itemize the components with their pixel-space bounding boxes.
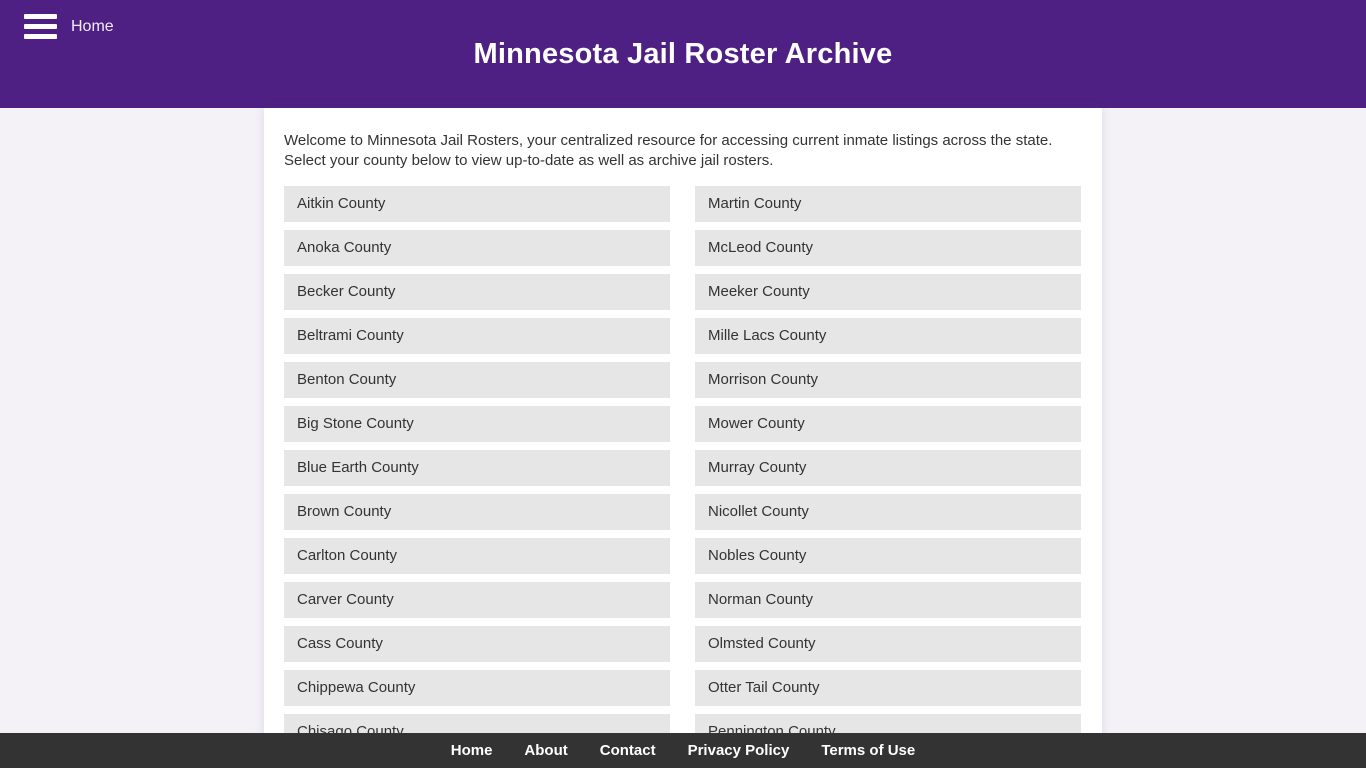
footer-link-privacy-policy[interactable]: Privacy Policy — [688, 742, 790, 759]
page-title: Minnesota Jail Roster Archive — [473, 38, 893, 70]
county-list-item[interactable]: Chippewa County — [284, 670, 670, 706]
county-columns: Aitkin County Anoka County Becker County Be… — [284, 186, 1082, 750]
county-list-item[interactable]: Carlton County — [284, 538, 670, 574]
intro-text: Welcome to Minnesota Jail Rosters, your … — [284, 132, 1053, 169]
county-list-item[interactable]: Cass County — [284, 626, 670, 662]
county-list-item[interactable]: Nicollet County — [695, 494, 1081, 530]
county-list-item[interactable]: Becker County — [284, 274, 670, 310]
county-list-item[interactable]: Otter Tail County — [695, 670, 1081, 706]
county-list-item[interactable]: McLeod County — [695, 230, 1081, 266]
county-list-item[interactable]: Morrison County — [695, 362, 1081, 398]
hamburger-menu-icon[interactable] — [24, 14, 57, 39]
county-list-item[interactable]: Olmsted County — [695, 626, 1081, 662]
footer-link-about[interactable]: About — [524, 742, 567, 759]
content-card: Welcome to Minnesota Jail Rosters, your … — [264, 108, 1102, 768]
county-list-item[interactable]: Norman County — [695, 582, 1081, 618]
footer-link-contact[interactable]: Contact — [600, 742, 656, 759]
county-list-item[interactable]: Meeker County — [695, 274, 1081, 310]
county-list-item[interactable]: Murray County — [695, 450, 1081, 486]
county-list-item[interactable]: Brown County — [284, 494, 670, 530]
county-list-item[interactable]: Mille Lacs County — [695, 318, 1081, 354]
hamburger-bar-2 — [24, 24, 57, 29]
county-list-item[interactable]: Nobles County — [695, 538, 1081, 574]
nav-home-button[interactable]: Home — [24, 14, 114, 39]
county-list-item[interactable]: Beltrami County — [284, 318, 670, 354]
county-column-right: Martin County McLeod County Meeker County M… — [695, 186, 1081, 750]
county-list-item[interactable]: Mower County — [695, 406, 1081, 442]
footer-link-terms-of-use[interactable]: Terms of Use — [821, 742, 915, 759]
county-list-item[interactable]: Big Stone County — [284, 406, 670, 442]
county-list-item[interactable]: Carver County — [284, 582, 670, 618]
site-header: Home Minnesota Jail Roster Archive — [0, 0, 1366, 108]
county-list-item[interactable]: Benton County — [284, 362, 670, 398]
hamburger-bar-1 — [24, 14, 57, 19]
county-list-item[interactable]: Martin County — [695, 186, 1081, 222]
nav-home-label: Home — [71, 17, 114, 35]
county-column-left: Aitkin County Anoka County Becker County Be… — [284, 186, 670, 750]
county-list-item[interactable]: Blue Earth County — [284, 450, 670, 486]
footer-link-home[interactable]: Home — [451, 742, 493, 759]
county-list-item[interactable]: Anoka County — [284, 230, 670, 266]
site-footer: Home About Contact Privacy Policy Terms of U… — [0, 733, 1366, 768]
county-list-item[interactable]: Aitkin County — [284, 186, 670, 222]
